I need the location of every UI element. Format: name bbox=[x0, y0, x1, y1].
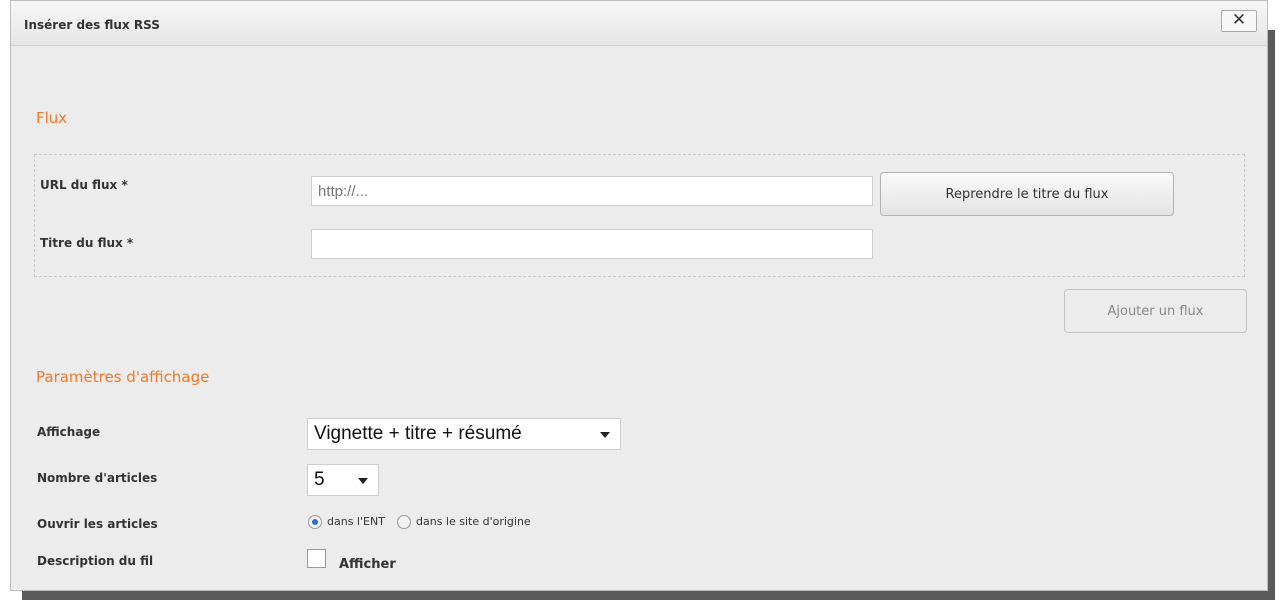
title-input[interactable] bbox=[311, 229, 873, 259]
url-label: URL du flux * bbox=[40, 178, 128, 192]
open-label: Ouvrir les articles bbox=[37, 517, 158, 531]
url-input[interactable] bbox=[311, 176, 873, 206]
chevron-down-icon bbox=[358, 478, 368, 484]
section-title-display: Paramètres d'affichage bbox=[36, 368, 210, 386]
section-title-flux: Flux bbox=[36, 109, 68, 127]
description-checkbox[interactable] bbox=[307, 549, 326, 568]
chevron-down-icon bbox=[600, 432, 610, 438]
display-label: Affichage bbox=[37, 425, 101, 439]
radio-open-origin[interactable] bbox=[397, 515, 411, 529]
fetch-title-button[interactable]: Reprendre le titre du flux bbox=[880, 172, 1174, 216]
count-label: Nombre d'articles bbox=[37, 471, 158, 485]
title-label: Titre du flux * bbox=[40, 236, 134, 250]
description-checkbox-label: Afficher bbox=[339, 557, 396, 572]
close-icon: ✕ bbox=[1231, 10, 1247, 30]
count-select-value: 5 bbox=[314, 469, 325, 490]
close-button[interactable]: ✕ bbox=[1221, 10, 1257, 32]
dialog-titlebar: Insérer des flux RSS ✕ bbox=[11, 1, 1267, 46]
rss-dialog: Insérer des flux RSS ✕ Flux URL du flux … bbox=[10, 0, 1268, 591]
dialog-title: Insérer des flux RSS bbox=[24, 18, 160, 32]
add-feed-button[interactable]: Ajouter un flux bbox=[1064, 289, 1247, 333]
radio-open-ent[interactable] bbox=[308, 515, 322, 529]
description-label: Description du fil bbox=[37, 554, 154, 568]
display-select[interactable]: Vignette + titre + résumé bbox=[307, 418, 621, 450]
radio-open-origin-label: dans le site d'origine bbox=[416, 515, 531, 528]
radio-open-ent-label: dans l'ENT bbox=[327, 515, 385, 528]
count-select[interactable]: 5 bbox=[307, 464, 379, 496]
display-select-value: Vignette + titre + résumé bbox=[314, 423, 522, 444]
